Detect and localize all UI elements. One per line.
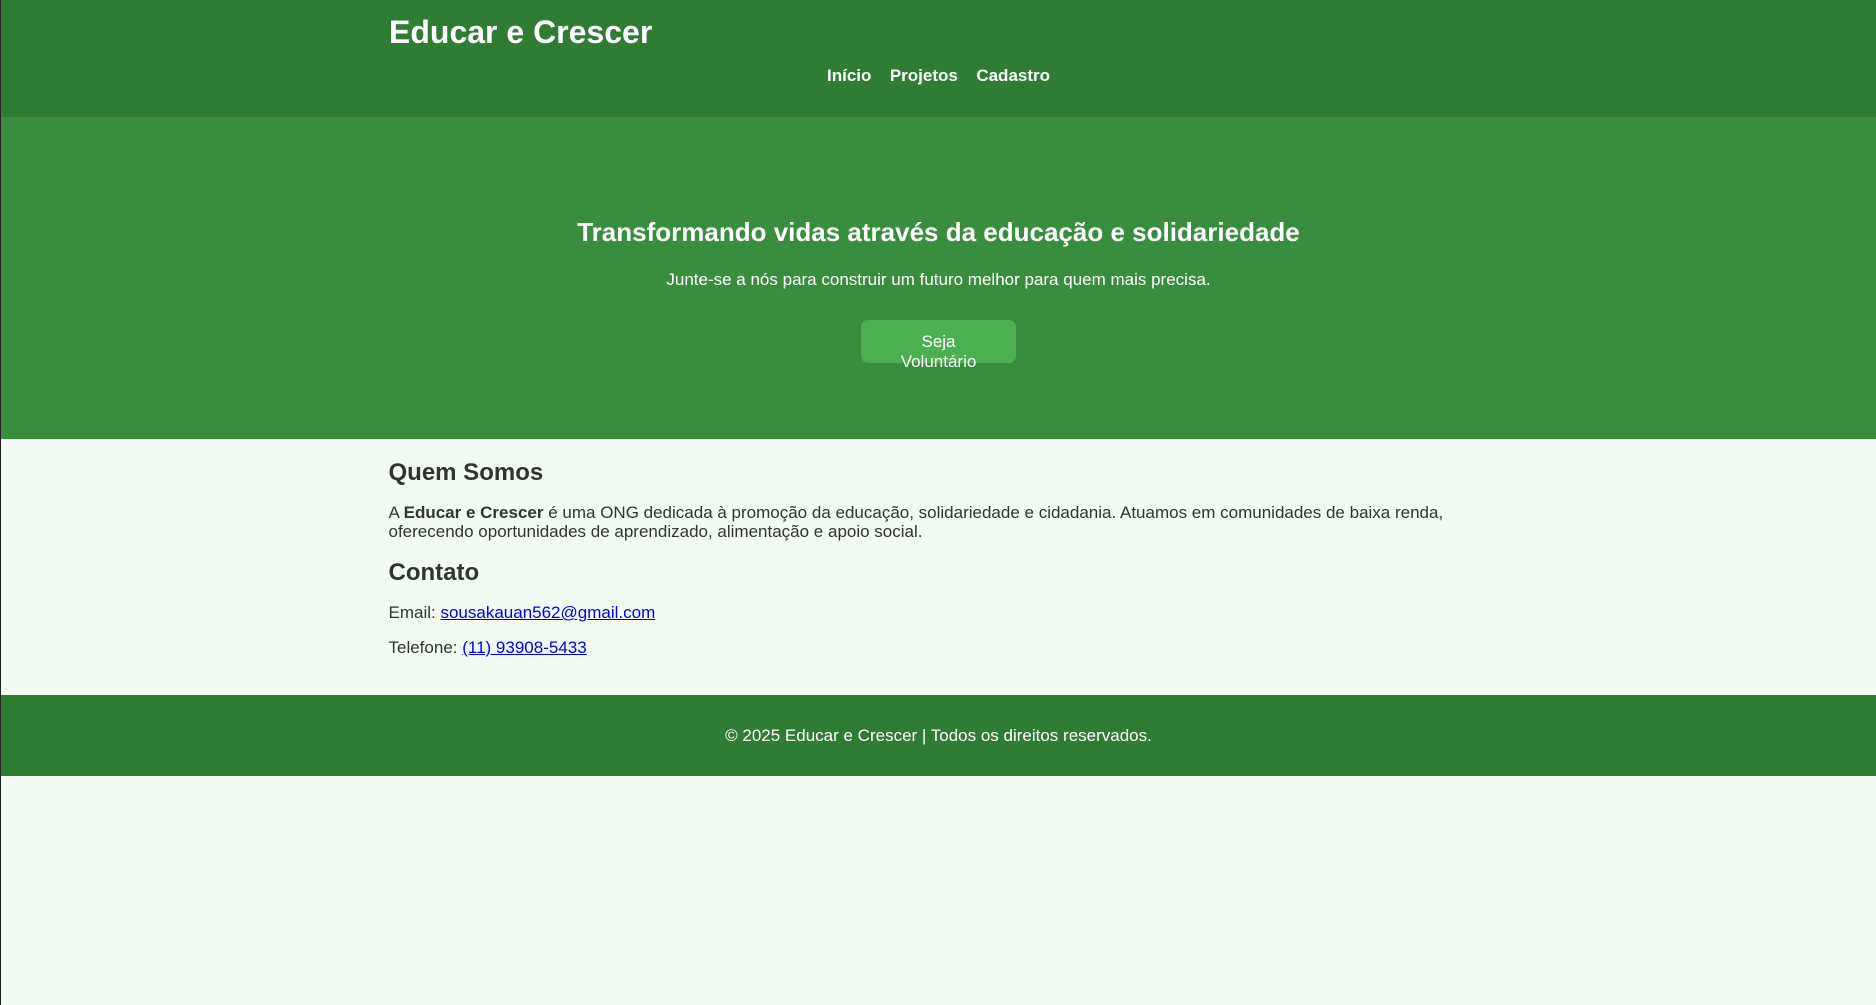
- site-footer: © 2025 Educar e Crescer | Todos os direi…: [1, 695, 1876, 776]
- hero-section: Transformando vidas através da educação …: [1, 117, 1876, 439]
- main-nav: Início Projetos Cadastro: [1, 66, 1876, 86]
- site-title: Educar e Crescer: [389, 14, 653, 50]
- phone-line: Telefone: (11) 93908-5433: [389, 638, 1489, 657]
- site-header: Educar e Crescer Início Projetos Cadastr…: [1, 0, 1876, 117]
- hero-subtitle: Junte-se a nós para construir um futuro …: [666, 270, 1211, 289]
- nav-inicio[interactable]: Início: [827, 66, 871, 85]
- hero-title: Transformando vidas através da educação …: [577, 217, 1300, 247]
- about-prefix: A: [388, 503, 404, 522]
- about-text: A Educar e Crescer é uma ONG dedicada à …: [389, 503, 1489, 541]
- nav-cadastro[interactable]: Cadastro: [976, 66, 1050, 85]
- volunteer-button[interactable]: Seja Voluntário: [861, 320, 1016, 371]
- email-label: Email:: [388, 603, 441, 622]
- phone-label: Telefone:: [388, 638, 463, 657]
- about-title: Quem Somos: [388, 459, 544, 486]
- org-name: Educar e Crescer: [403, 503, 544, 522]
- email-link[interactable]: sousakauan562@gmail.com: [440, 603, 655, 622]
- contact-title: Contato: [388, 559, 480, 586]
- footer-text: © 2025 Educar e Crescer | Todos os direi…: [725, 726, 1152, 745]
- phone-link[interactable]: (11) 93908-5433: [462, 638, 586, 657]
- nav-projetos[interactable]: Projetos: [890, 66, 958, 85]
- main-content: Quem Somos A Educar e Crescer é uma ONG …: [389, 439, 1489, 695]
- about-body: é uma ONG dedicada à promoção da educaçã…: [388, 503, 1444, 541]
- email-line: Email: sousakauan562@gmail.com: [389, 603, 1489, 622]
